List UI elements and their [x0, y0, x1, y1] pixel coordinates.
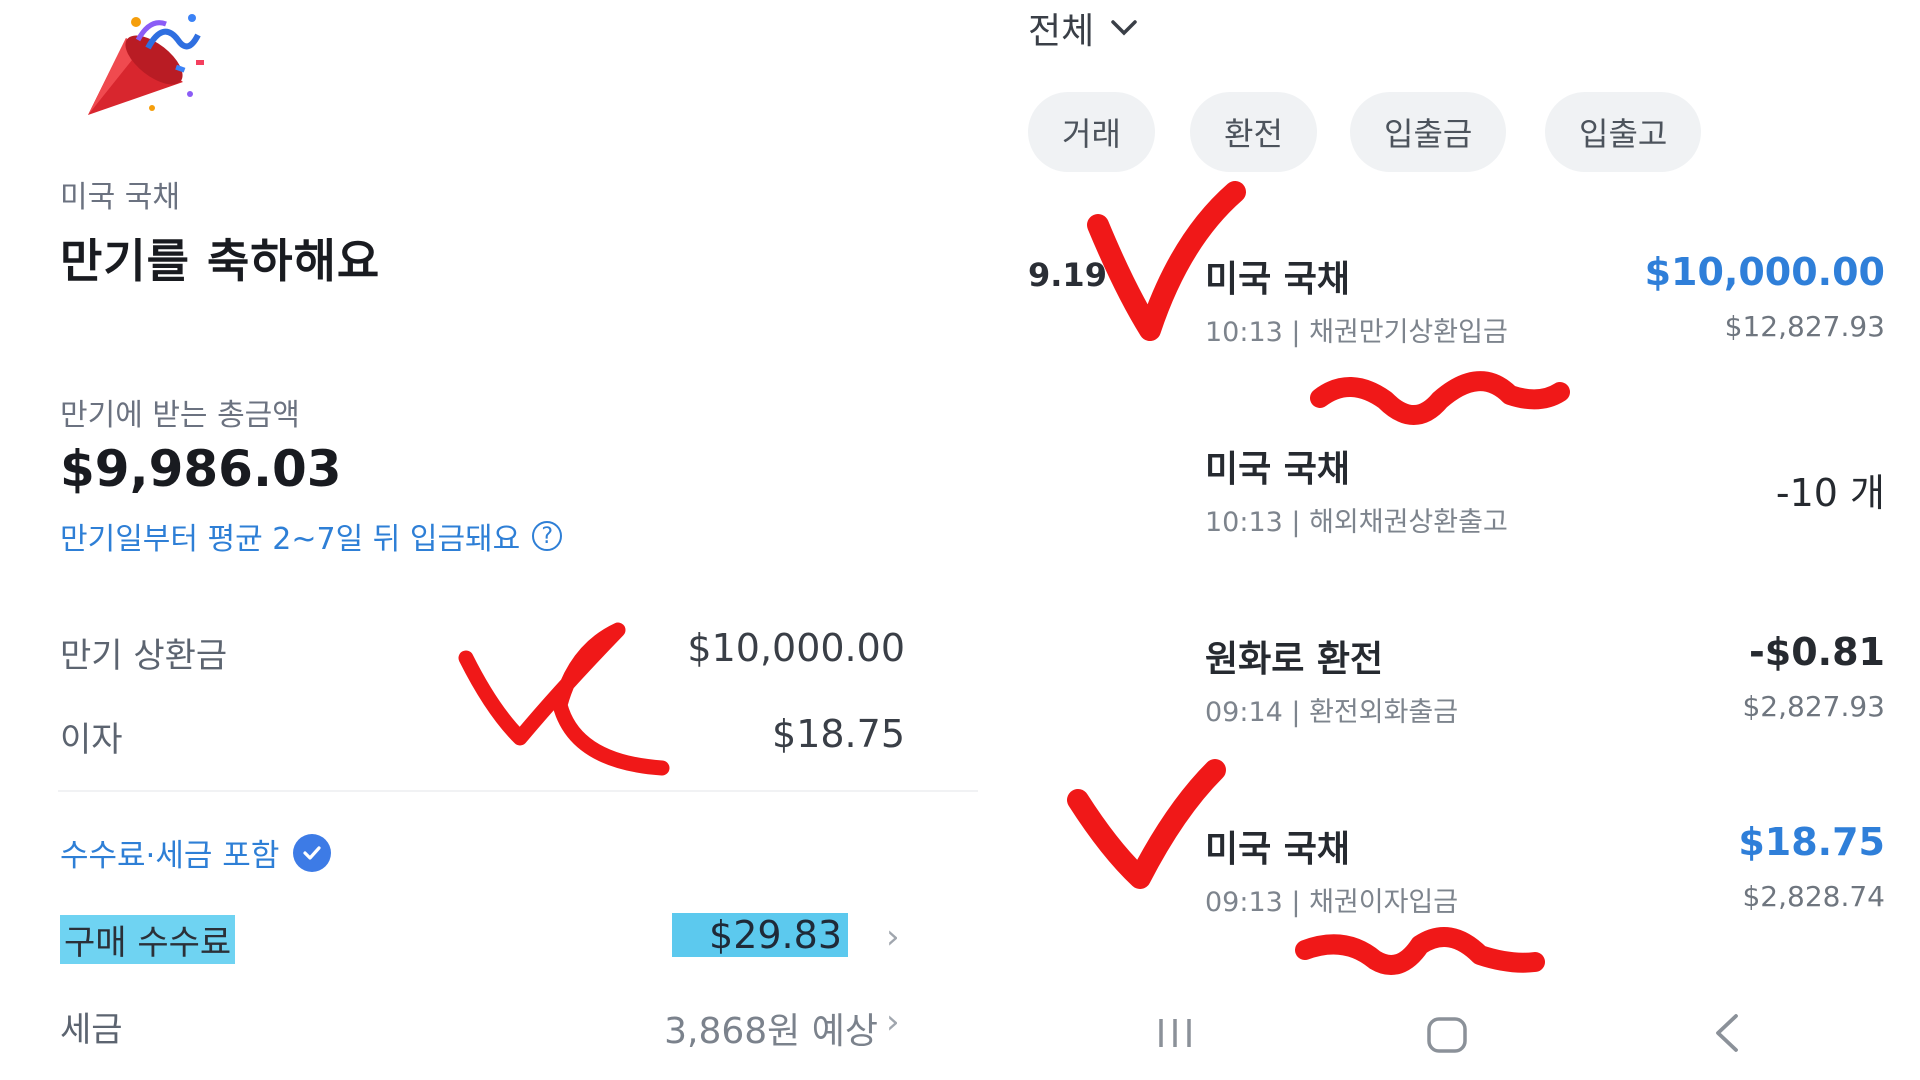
transaction-balance: $2,828.74 — [1742, 880, 1885, 913]
recent-apps-icon[interactable] — [1155, 1015, 1195, 1051]
transaction-name: 미국 국채 — [1205, 829, 1351, 870]
transaction-detail: 10:13 | 채권만기상환입금 — [1205, 317, 1508, 348]
help-icon[interactable]: ? — [532, 521, 563, 551]
interest-label: 이자 — [60, 720, 123, 760]
transaction-amount: -10 개 — [1775, 471, 1885, 515]
maturity-redemption-label: 만기 상환금 — [60, 636, 228, 676]
fee-tax-label: 수수료·세금 포함 — [60, 838, 280, 874]
filter-chip-trade[interactable]: 거래 — [1028, 92, 1155, 172]
transaction-item[interactable]: 미국 국채 10:13 | 채권만기상환입금 $10,000.00 $12,82… — [1205, 250, 1885, 350]
transaction-history-panel: 전체 거래 환전 입출금 입출고 9.19 미국 국채 10:13 | 채권만기… — [1000, 0, 1920, 1080]
transaction-item[interactable]: 미국 국채 10:13 | 해외채권상환출고 -10 개 — [1205, 440, 1885, 540]
total-amount-label: 만기에 받는 총금액 — [60, 398, 300, 433]
transaction-item[interactable]: 미국 국채 09:13 | 채권이자입금 $18.75 $2,828.74 — [1205, 820, 1885, 920]
tax-value: 3,868원 예상 — [664, 1011, 878, 1052]
interest-value: $18.75 — [772, 712, 905, 756]
purchase-fee-value: $29.83 — [672, 913, 848, 957]
transaction-amount: -$0.81 — [1749, 630, 1885, 674]
check-badge-icon — [293, 833, 332, 872]
transaction-detail: 09:13 | 채권이자입금 — [1205, 887, 1459, 918]
filter-chip-exchange[interactable]: 환전 — [1190, 92, 1317, 172]
party-popper-icon — [88, 14, 204, 115]
transaction-detail: 09:14 | 환전외화출금 — [1205, 697, 1459, 728]
transaction-amount: $18.75 — [1738, 820, 1885, 864]
chevron-right-icon: › — [886, 917, 900, 957]
maturity-redemption-value: $10,000.00 — [687, 626, 905, 670]
transaction-item[interactable]: 원화로 환전 09:14 | 환전외화출금 -$0.81 $2,827.93 — [1205, 630, 1885, 730]
deposit-info-link[interactable]: 만기일부터 평균 2~7일 뒤 입금돼요 ? — [60, 514, 563, 558]
transaction-name: 원화로 환전 — [1205, 639, 1384, 680]
fee-tax-header: 수수료·세금 포함 — [60, 830, 332, 875]
purchase-fee-label: 구매 수수료 — [60, 915, 236, 964]
filter-chip-transfer-in-out[interactable]: 입출고 — [1545, 92, 1702, 172]
transaction-name: 미국 국채 — [1205, 449, 1351, 490]
transaction-balance: $12,827.93 — [1724, 310, 1885, 343]
page-title: 만기를 축하해요 — [60, 234, 381, 288]
back-icon[interactable] — [1710, 1012, 1744, 1054]
transaction-amount: $10,000.00 — [1644, 250, 1885, 294]
deposit-note: 만기일부터 평균 2~7일 뒤 입금돼요 — [60, 522, 521, 557]
filter-dropdown[interactable]: 전체 — [1028, 2, 1138, 54]
transaction-detail: 10:13 | 해외채권상환출고 — [1205, 507, 1508, 538]
filter-label: 전체 — [1028, 11, 1095, 52]
filter-chip-deposit-withdraw[interactable]: 입출금 — [1350, 92, 1507, 172]
tax-label: 세금 — [60, 1010, 123, 1050]
home-icon[interactable] — [1425, 1015, 1469, 1055]
divider — [58, 790, 978, 792]
bond-category: 미국 국채 — [60, 180, 180, 215]
purchase-fee-row[interactable]: 구매 수수료 $29.83 › — [58, 913, 978, 975]
chevron-down-icon — [1111, 20, 1137, 36]
chevron-right-icon: › — [886, 1002, 900, 1042]
total-amount: $9,986.03 — [60, 440, 342, 498]
bond-maturity-panel: 미국 국채 만기를 축하해요 만기에 받는 총금액 $9,986.03 만기일부… — [0, 0, 1000, 1080]
tax-row[interactable]: 세금 3,868원 예상 › — [58, 1000, 978, 1060]
transaction-name: 미국 국채 — [1205, 259, 1351, 300]
transaction-date: 9.19 — [1028, 256, 1107, 294]
transaction-balance: $2,827.93 — [1742, 690, 1885, 723]
